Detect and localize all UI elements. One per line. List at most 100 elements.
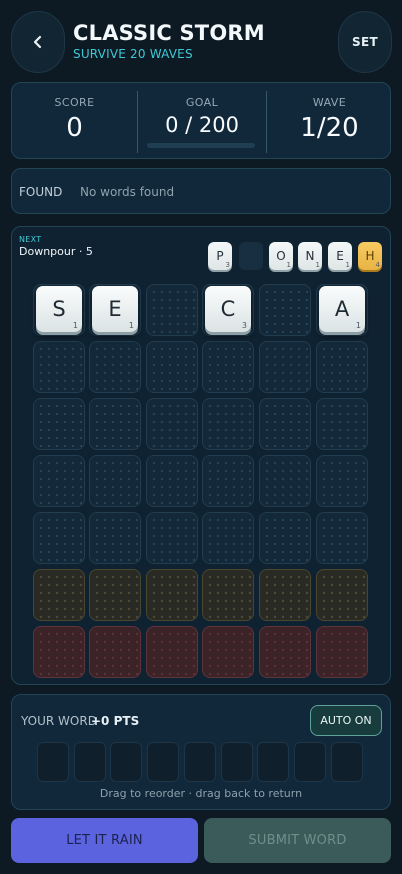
- queue-tile-points: 3: [225, 261, 230, 269]
- goal-value: 0 / 200: [165, 113, 239, 137]
- grid-cell[interactable]: [89, 626, 141, 678]
- letter-tile[interactable]: C3: [205, 286, 251, 332]
- queue-tile-points: 1: [286, 261, 291, 269]
- goal-stat: GOAL 0 / 200: [138, 83, 266, 160]
- grid-cell[interactable]: [259, 569, 311, 621]
- letter-tile[interactable]: E1: [92, 286, 138, 332]
- grid-cell[interactable]: [202, 341, 254, 393]
- letter-tile-letter: S: [52, 297, 66, 321]
- grid-cell[interactable]: [316, 455, 368, 507]
- found-words-text: No words found: [80, 185, 175, 199]
- settings-button[interactable]: SET: [338, 11, 392, 73]
- submit-word-button[interactable]: SUBMIT WORD: [204, 818, 391, 863]
- grid-cell[interactable]: [146, 284, 198, 336]
- grid-cell[interactable]: [89, 512, 141, 564]
- grid-cell[interactable]: [259, 626, 311, 678]
- back-button[interactable]: [11, 11, 65, 73]
- word-slot[interactable]: [110, 742, 143, 782]
- letter-tile-letter: C: [220, 297, 236, 321]
- word-hint: Drag to reorder · drag back to return: [99, 787, 303, 800]
- queue-tile: O1: [269, 242, 293, 270]
- queue-tile-points: 1: [315, 261, 320, 269]
- letter-tile-points: 3: [241, 321, 247, 330]
- grid-cell[interactable]: [202, 512, 254, 564]
- queue-tile-letter: P: [216, 249, 224, 263]
- letter-tile-points: 1: [72, 321, 78, 330]
- grid-cell[interactable]: [259, 341, 311, 393]
- grid-cell[interactable]: [146, 341, 198, 393]
- queue-tile-letter: N: [305, 249, 315, 263]
- grid-cell[interactable]: [146, 512, 198, 564]
- grid-cell[interactable]: [146, 455, 198, 507]
- queue-tile: E1: [328, 242, 352, 270]
- word-slot[interactable]: [293, 742, 326, 782]
- wave-label: WAVE: [312, 96, 347, 109]
- word-slot[interactable]: [220, 742, 253, 782]
- queue-tile-points: 4: [375, 261, 380, 269]
- goal-progress-bar: [147, 143, 255, 148]
- queue-tile: P3: [208, 242, 232, 270]
- score-value: 0: [66, 113, 83, 143]
- grid-cell[interactable]: [33, 455, 85, 507]
- grid-cell[interactable]: [146, 398, 198, 450]
- game-title: CLASSIC STORM: [73, 21, 265, 45]
- letter-tile-points: 1: [128, 321, 134, 330]
- grid-cell[interactable]: [33, 512, 85, 564]
- grid-cell[interactable]: [316, 626, 368, 678]
- grid-cell[interactable]: [316, 398, 368, 450]
- grid-cell[interactable]: [259, 398, 311, 450]
- letter-tile-letter: E: [108, 297, 122, 321]
- grid-cell[interactable]: [89, 341, 141, 393]
- queue-tile-points: 1: [345, 261, 350, 269]
- word-builder-panel: YOUR WORD +0 PTS AUTO ON Drag to reorder…: [11, 694, 391, 810]
- grid-cell[interactable]: [316, 512, 368, 564]
- game-subtitle: SURVIVE 20 WAVES: [73, 47, 193, 61]
- your-word-label: YOUR WORD: [21, 714, 97, 728]
- grid-cell[interactable]: [202, 626, 254, 678]
- queue-tile-letter: H: [365, 249, 375, 263]
- queue-tile: H4: [358, 242, 382, 270]
- grid-cell[interactable]: [259, 284, 311, 336]
- letter-tile-letter: A: [334, 297, 350, 321]
- word-slot[interactable]: [330, 742, 363, 782]
- grid-cell[interactable]: [89, 398, 141, 450]
- grid-cell[interactable]: [316, 569, 368, 621]
- grid-cell[interactable]: [89, 455, 141, 507]
- let-it-rain-button[interactable]: LET IT RAIN: [11, 818, 198, 863]
- goal-label: GOAL: [185, 96, 219, 109]
- wave-value: 1/20: [300, 113, 359, 143]
- grid-cell[interactable]: [202, 398, 254, 450]
- score-stat: SCORE 0: [12, 83, 137, 160]
- grid-cell[interactable]: [89, 569, 141, 621]
- chevron-left-icon: [33, 35, 42, 49]
- found-words-panel: FOUND No words found: [11, 168, 391, 214]
- queue-tile-letter: O: [276, 249, 286, 263]
- letter-tile-points: 1: [355, 321, 361, 330]
- grid-cell[interactable]: [202, 569, 254, 621]
- grid-cell[interactable]: [33, 398, 85, 450]
- word-slot[interactable]: [147, 742, 180, 782]
- letter-tile[interactable]: A1: [319, 286, 365, 332]
- letter-tile[interactable]: S1: [36, 286, 82, 332]
- grid-cell[interactable]: [259, 512, 311, 564]
- grid-cell[interactable]: [202, 455, 254, 507]
- next-label: NEXT: [19, 235, 42, 244]
- word-points: +0 PTS: [91, 714, 140, 728]
- grid-cell[interactable]: [146, 569, 198, 621]
- queue-tile-letter: E: [336, 249, 344, 263]
- word-slot[interactable]: [73, 742, 106, 782]
- word-slot[interactable]: [37, 742, 69, 782]
- grid-cell[interactable]: [33, 341, 85, 393]
- score-label: SCORE: [54, 96, 95, 109]
- grid-cell[interactable]: [33, 569, 85, 621]
- auto-toggle-button[interactable]: AUTO ON: [310, 705, 382, 736]
- queue-tile: N1: [298, 242, 322, 270]
- grid-cell[interactable]: [146, 626, 198, 678]
- grid-cell[interactable]: [316, 341, 368, 393]
- stats-panel: SCORE 0 GOAL 0 / 200 WAVE 1/20: [11, 82, 391, 159]
- grid-cell[interactable]: [259, 455, 311, 507]
- word-slot[interactable]: [183, 742, 216, 782]
- wave-stat: WAVE 1/20: [267, 83, 392, 160]
- grid-cell[interactable]: [33, 626, 85, 678]
- word-slot[interactable]: [257, 742, 290, 782]
